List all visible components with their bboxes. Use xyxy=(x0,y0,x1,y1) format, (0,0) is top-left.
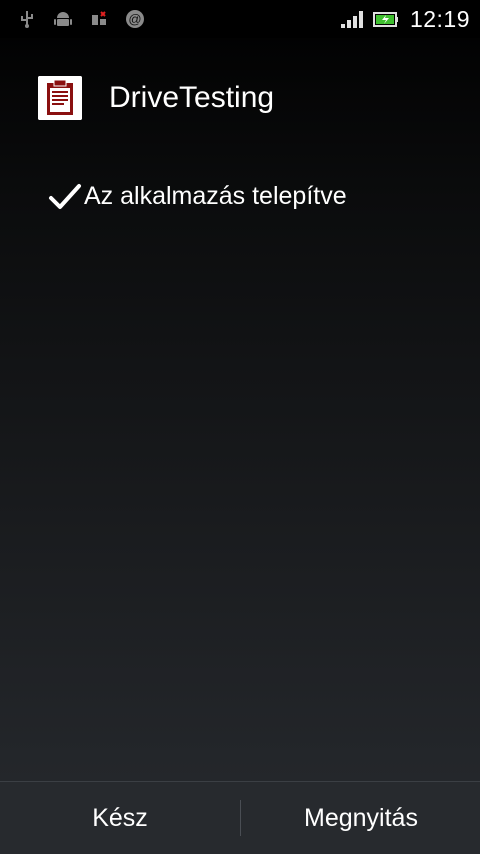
install-status-text: Az alkalmazás telepítve xyxy=(84,182,347,210)
signal-icon xyxy=(341,11,363,28)
status-bar: @ 12:19 xyxy=(0,0,480,38)
battery-icon xyxy=(373,12,398,27)
app-header: DriveTesting xyxy=(0,70,480,130)
clipboard-icon xyxy=(38,76,82,120)
app-title: DriveTesting xyxy=(109,81,275,114)
checkmark-icon xyxy=(49,184,81,209)
sim-icon xyxy=(92,11,106,25)
usb-icon xyxy=(21,11,33,28)
status-time: 12:19 xyxy=(409,6,470,32)
android-debug-icon xyxy=(54,12,72,26)
svg-text:@: @ xyxy=(128,12,141,27)
button-bar: Kész Megnyitás xyxy=(0,781,480,854)
install-complete-screen: @ 12:19 DriveTesting Az alkalmazás telep… xyxy=(0,0,480,854)
open-button[interactable]: Megnyitás xyxy=(241,782,480,854)
at-icon: @ xyxy=(126,10,144,28)
done-button[interactable]: Kész xyxy=(0,782,240,854)
